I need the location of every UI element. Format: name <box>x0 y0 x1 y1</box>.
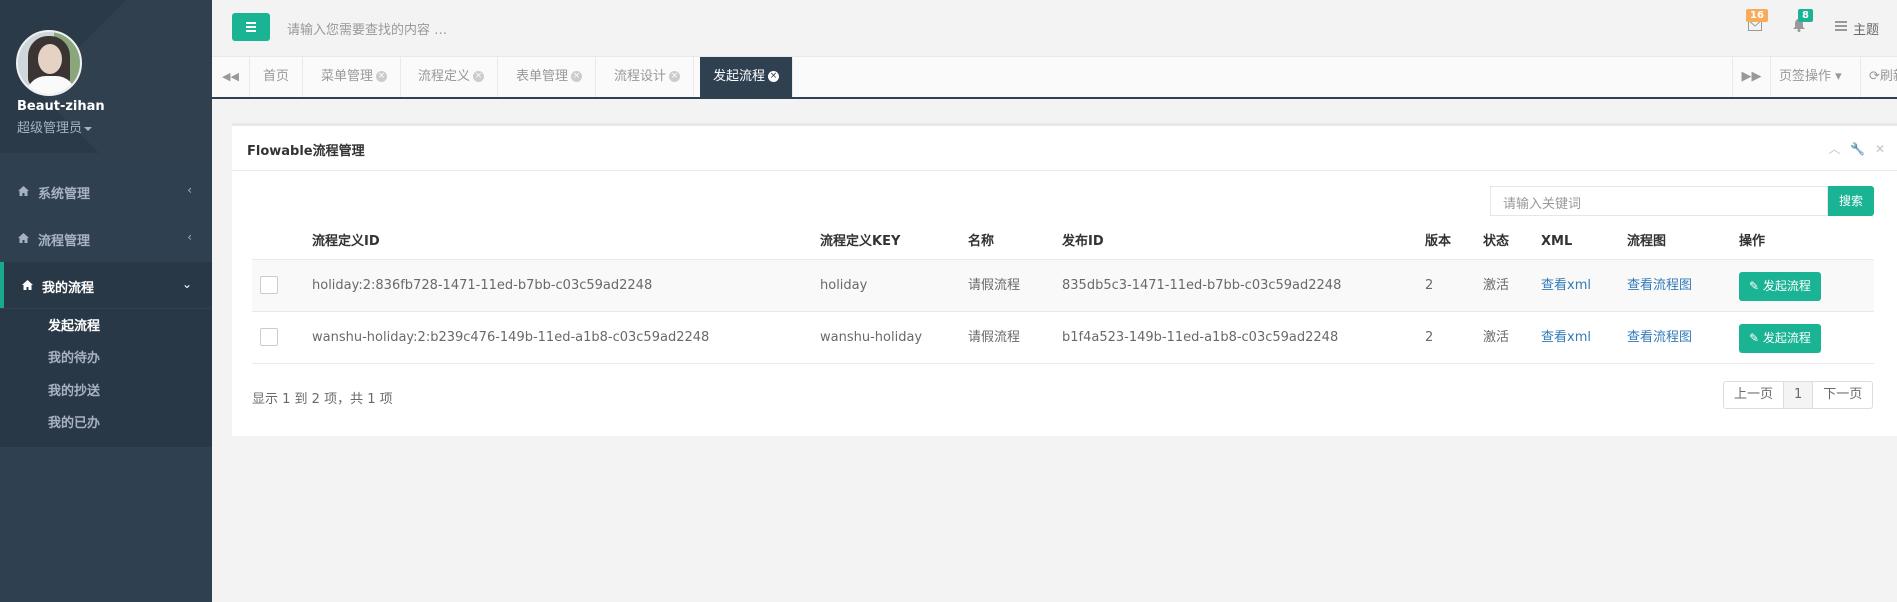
content-panel: Flowable流程管理 ︿ 🔧 ✕ 请输入关键词 搜索 流程定义ID 流程定义… <box>232 123 1897 436</box>
edit-icon: ✎ <box>1749 279 1763 293</box>
process-name: 请假流程 <box>968 278 1021 293</box>
tasks-icon[interactable] <box>1835 21 1847 31</box>
process-key: wanshu-holiday <box>820 330 923 345</box>
view-diagram-link[interactable]: 查看流程图 <box>1627 312 1692 364</box>
tab-menu-management[interactable]: 菜单管理 × <box>308 57 402 97</box>
page-tabs: ◀◀ 首页 菜单管理 × 流程定义 × 表单管理 × 流程设计 × 发起流程 × ▶▶ 页… <box>212 57 1897 99</box>
tabs-scroll-left-button[interactable]: ◀◀ <box>212 57 250 97</box>
sidebar-item-label: 我的流程 <box>42 281 95 296</box>
table-row[interactable]: wanshu-holiday:2:b239c476-149b-11ed-a1b8… <box>252 312 1874 364</box>
status: 激活 <box>1483 278 1510 293</box>
avatar[interactable] <box>16 30 82 96</box>
column-header[interactable]: 操作 <box>1739 224 1765 259</box>
submenu: 发起流程 我的待办 我的抄送 我的已办 <box>0 309 212 447</box>
sidebar-item-process[interactable]: 流程管理 ‹ <box>0 215 212 261</box>
column-header[interactable]: 流程定义ID <box>312 224 380 259</box>
row-checkbox[interactable] <box>260 328 278 346</box>
version: 2 <box>1425 330 1434 345</box>
column-header[interactable]: 流程图 <box>1627 224 1666 259</box>
theme-button[interactable]: 主题 <box>1853 19 1879 38</box>
view-xml-link[interactable]: 查看xml <box>1541 260 1591 312</box>
collapse-icon[interactable]: ︿ <box>1828 142 1840 156</box>
top-navbar: 请输入您需要查找的内容 … 16 8 主题 <box>212 0 1897 57</box>
sidebar-item-label: 系统管理 <box>38 187 91 202</box>
column-header[interactable]: XML <box>1541 224 1572 259</box>
keyword-search-input[interactable]: 请输入关键词 <box>1490 186 1828 216</box>
panel-header: Flowable流程管理 ︿ 🔧 ✕ <box>232 126 1897 171</box>
tab-operations-dropdown[interactable]: 页签操作 ▾ <box>1770 57 1850 97</box>
sidebar-item-my-process[interactable]: 我的流程 ⌄ <box>0 262 212 308</box>
sidebar-item-label: 流程管理 <box>38 234 91 249</box>
start-process-button[interactable]: ✎ 发起流程 <box>1739 272 1821 301</box>
wrench-icon[interactable]: 🔧 <box>1850 142 1865 156</box>
column-header[interactable]: 发布ID <box>1062 224 1104 259</box>
panel-title: Flowable流程管理 <box>247 144 365 159</box>
submenu-item-cc[interactable]: 我的抄送 <box>48 380 100 399</box>
column-header[interactable]: 流程定义KEY <box>820 224 900 259</box>
start-process-button[interactable]: ✎ 发起流程 <box>1739 324 1821 353</box>
refresh-icon: ⟳ <box>1869 69 1880 84</box>
view-xml-link[interactable]: 查看xml <box>1541 312 1591 364</box>
column-header[interactable]: 版本 <box>1425 224 1451 259</box>
mail-badge: 16 <box>1746 9 1768 22</box>
submenu-item-done[interactable]: 我的已办 <box>48 412 100 431</box>
version: 2 <box>1425 278 1434 293</box>
username: Beaut-zihan <box>17 99 105 114</box>
close-icon[interactable]: × <box>473 71 485 82</box>
page-1-button[interactable]: 1 <box>1784 382 1814 408</box>
table-row[interactable]: holiday:2:836fb728-1471-11ed-b7bb-c03c59… <box>252 260 1874 312</box>
sidebar-item-system[interactable]: 系统管理 ‹ <box>0 168 212 214</box>
profile-block: Beaut-zihan 超级管理员 <box>0 0 212 153</box>
edit-icon: ✎ <box>1749 331 1763 345</box>
view-diagram-link[interactable]: 查看流程图 <box>1627 260 1692 312</box>
role-dropdown[interactable]: 超级管理员 <box>17 117 93 136</box>
menu-toggle-button[interactable] <box>232 13 270 41</box>
tab-process-design[interactable]: 流程设计 × <box>601 57 695 97</box>
pagination: 上一页 1 下一页 <box>1723 381 1874 409</box>
chevron-left-icon: ‹ <box>187 183 192 197</box>
deploy-id: 835db5c3-1471-11ed-b7bb-c03c59ad2248 <box>1062 278 1342 293</box>
close-icon[interactable]: × <box>571 71 583 82</box>
process-id: holiday:2:836fb728-1471-11ed-b7bb-c03c59… <box>312 278 653 293</box>
chevron-left-icon: ‹ <box>187 230 192 244</box>
refresh-button[interactable]: ⟳刷新 <box>1860 57 1897 97</box>
search-button[interactable]: 搜索 <box>1828 186 1874 216</box>
close-icon[interactable]: × <box>768 71 780 82</box>
close-icon[interactable]: ✕ <box>1875 142 1885 156</box>
submenu-item-start-process[interactable]: 发起流程 <box>48 315 100 334</box>
process-name: 请假流程 <box>968 330 1021 345</box>
sidebar: Beaut-zihan 超级管理员 系统管理 ‹ 流程管理 ‹ 我的流程 ⌄ 发… <box>0 0 212 602</box>
process-id: wanshu-holiday:2:b239c476-149b-11ed-a1b8… <box>312 330 710 345</box>
home-icon <box>22 280 33 290</box>
close-icon[interactable]: × <box>669 71 681 82</box>
bell-badge: 8 <box>1798 9 1813 22</box>
next-page-button[interactable]: 下一页 <box>1813 382 1872 408</box>
global-search-input[interactable]: 请输入您需要查找的内容 … <box>287 19 447 38</box>
tab-process-definition[interactable]: 流程定义 × <box>405 57 499 97</box>
process-key: holiday <box>820 278 868 293</box>
pagination-info: 显示 1 到 2 项，共 1 项 <box>252 392 393 407</box>
home-icon <box>18 186 29 196</box>
caret-down-icon <box>84 126 93 131</box>
close-icon[interactable]: × <box>376 71 388 82</box>
panel-tools: ︿ 🔧 ✕ <box>1822 140 1885 157</box>
prev-page-button[interactable]: 上一页 <box>1724 382 1785 408</box>
chevron-down-icon: ⌄ <box>181 277 192 291</box>
row-checkbox[interactable] <box>260 276 278 294</box>
status: 激活 <box>1483 330 1510 345</box>
deploy-id: b1f4a523-149b-11ed-a1b8-c03c59ad2248 <box>1062 330 1339 345</box>
tabs-scroll-right-button[interactable]: ▶▶ <box>1732 57 1770 97</box>
tab-home[interactable]: 首页 <box>250 57 304 97</box>
submenu-item-todo[interactable]: 我的待办 <box>48 347 100 366</box>
home-icon <box>18 233 29 243</box>
column-header[interactable]: 状态 <box>1483 224 1509 259</box>
tab-start-process[interactable]: 发起流程 × <box>700 57 794 97</box>
column-header[interactable]: 名称 <box>968 224 994 259</box>
tab-form-management[interactable]: 表单管理 × <box>503 57 597 97</box>
